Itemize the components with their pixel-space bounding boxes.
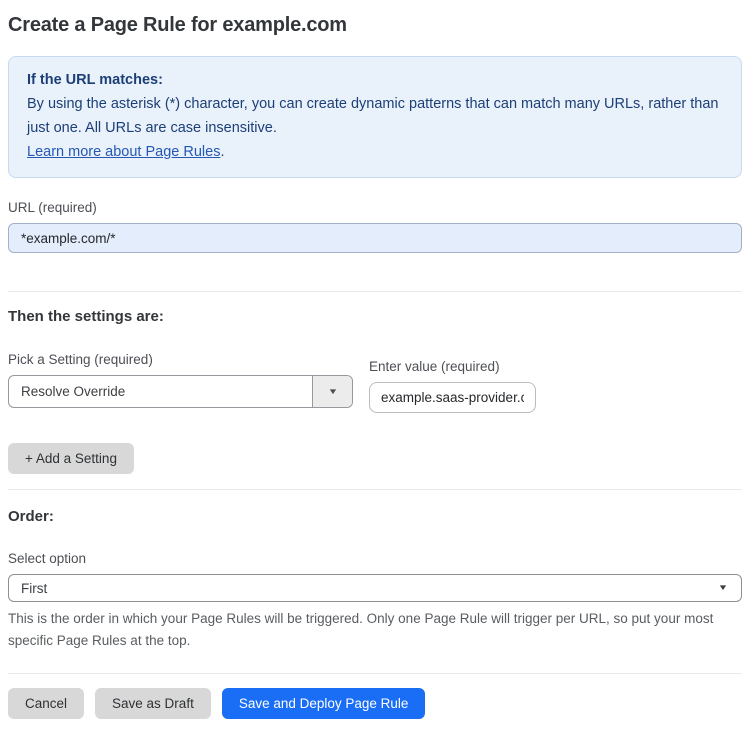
setting-picker-column: Pick a Setting (required) Resolve Overri…: [8, 352, 353, 408]
setting-value-column: Enter value (required): [369, 359, 536, 413]
settings-row: Pick a Setting (required) Resolve Overri…: [8, 352, 742, 413]
dropdown-arrow-button[interactable]: ▼: [312, 376, 352, 407]
chevron-down-icon: ▼: [327, 386, 338, 396]
url-input[interactable]: [8, 223, 742, 253]
save-deploy-button[interactable]: Save and Deploy Page Rule: [221, 688, 426, 719]
section-divider: [8, 673, 742, 674]
url-field-label: URL (required): [8, 200, 97, 215]
value-field-label: Enter value (required): [369, 359, 500, 374]
order-heading: Order:: [8, 508, 54, 525]
add-setting-button[interactable]: + Add a Setting: [8, 443, 134, 474]
setting-picker-selected-value: Resolve Override: [21, 384, 126, 399]
order-selected-value: First: [21, 580, 48, 596]
info-box-body: By using the asterisk (*) character, you…: [27, 96, 719, 136]
info-box-link-line: Learn more about Page Rules.: [27, 140, 723, 164]
url-match-info-box: If the URL matches: By using the asteris…: [8, 56, 742, 178]
settings-heading: Then the settings are:: [8, 308, 164, 325]
order-select[interactable]: First ▼: [8, 574, 742, 602]
link-suffix: .: [220, 144, 225, 160]
save-draft-button[interactable]: Save as Draft: [95, 688, 211, 719]
order-help-text: This is the order in which your Page Rul…: [8, 611, 714, 648]
setting-picker-label: Pick a Setting (required): [8, 352, 153, 367]
learn-more-link[interactable]: Learn more about Page Rules: [27, 144, 220, 160]
setting-value-input[interactable]: [369, 382, 536, 413]
order-select-label: Select option: [8, 551, 87, 566]
footer-actions: Cancel Save as Draft Save and Deploy Pag…: [8, 688, 742, 719]
section-divider: [8, 489, 742, 490]
page-rule-form: Create a Page Rule for example.com If th…: [0, 0, 750, 733]
section-divider: [8, 291, 742, 292]
setting-picker-select[interactable]: Resolve Override ▼: [8, 375, 353, 408]
info-box-heading: If the URL matches:: [27, 72, 163, 88]
chevron-down-icon: ▼: [717, 583, 729, 592]
cancel-button[interactable]: Cancel: [8, 688, 85, 719]
page-title: Create a Page Rule for example.com: [8, 14, 347, 36]
